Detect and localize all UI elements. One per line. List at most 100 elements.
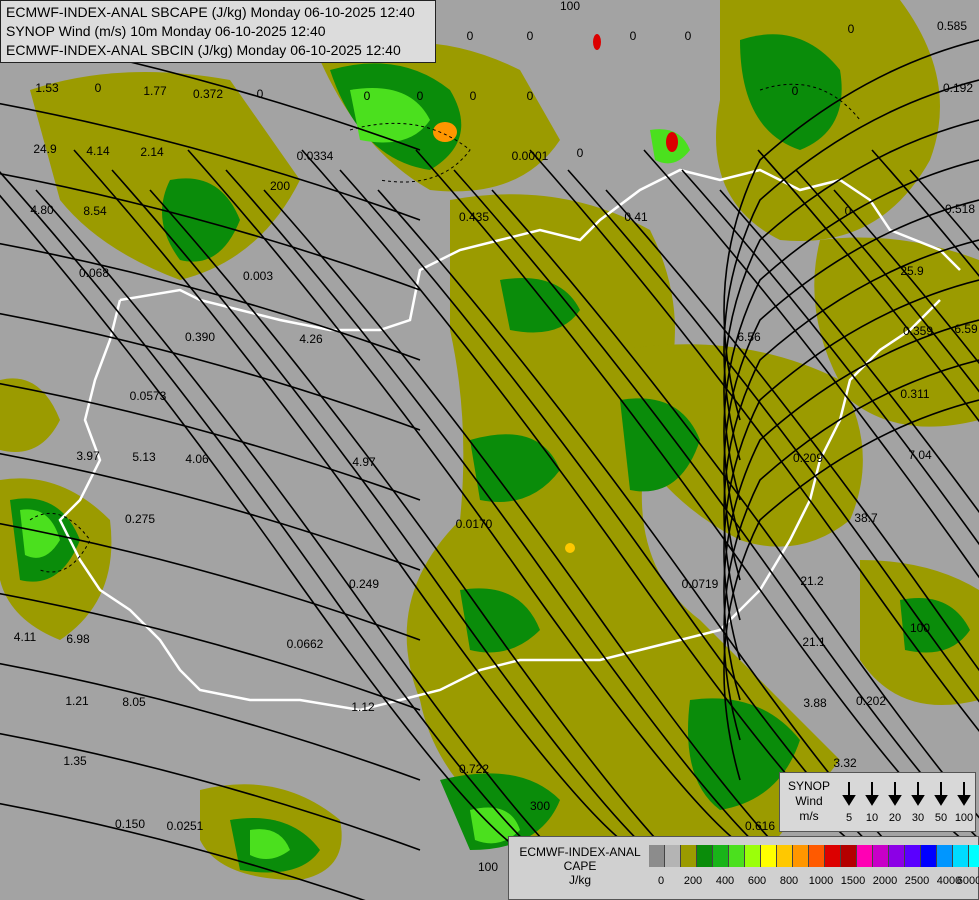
cape-legend-title: ECMWF-INDEX-ANAL CAPE J/kg [519, 845, 641, 887]
cape-tick-label: 600 [747, 875, 767, 887]
cape-color-swatch [745, 845, 761, 867]
cin-value-label: 0.585 [937, 19, 967, 33]
cape-scale-ticks: 0 200 400 600 800 1000 1500 2000 2500 4000 6000 [649, 875, 979, 891]
wind-arrow-icons [842, 782, 971, 806]
cin-value-label: 21.1 [802, 635, 826, 649]
cin-value-label: 0 [848, 22, 855, 36]
cin-value-label: 0.390 [185, 330, 215, 344]
cin-value-label: 0.150 [115, 817, 145, 831]
cape-color-swatch [681, 845, 697, 867]
map-viewport[interactable]: 0.585 0 0 0 0 0 0 1.53 0 1.77 0.372 0 0 0 0 0 0.192 24.9 4… [0, 0, 979, 900]
cin-value-label: 0.275 [125, 512, 155, 526]
cin-value-label: 0.068 [79, 266, 109, 280]
cape-color-swatch [697, 845, 713, 867]
cape-color-swatch [761, 845, 777, 867]
cin-value-label: 1.35 [63, 754, 87, 768]
cape-tick-label: 2500 [904, 875, 930, 887]
cin-value-label: 100 [478, 860, 498, 874]
cape-color-swatch [793, 845, 809, 867]
cin-value-label: 0.0573 [130, 389, 167, 403]
cape-tick-label: 400 [715, 875, 735, 887]
cin-value-label: 4.11 [14, 630, 37, 644]
cin-value-label: 38.7 [854, 511, 878, 525]
cin-value-label: 0.311 [900, 387, 929, 401]
cin-value-label: 0.202 [856, 694, 886, 708]
cin-value-label: 0.435 [459, 210, 489, 224]
cin-value-label: 0.0001 [512, 149, 549, 163]
cin-value-label: 3.97 [76, 449, 100, 463]
cin-value-label: 0 [792, 84, 799, 98]
cin-value-label: 0 [95, 81, 102, 95]
cape-color-swatch [921, 845, 937, 867]
cape-color-swatch [841, 845, 857, 867]
cape-color-swatch [937, 845, 953, 867]
cin-value-label: 6.59 [954, 322, 978, 336]
cin-value-label: 8.05 [122, 695, 146, 709]
cin-value-label: 5.13 [132, 450, 156, 464]
cin-value-label: 0.0334 [297, 149, 334, 163]
cin-value-label: 100 [560, 0, 580, 13]
cin-value-label: 1.21 [65, 694, 89, 708]
cin-value-label: 300 [530, 799, 550, 813]
cape-tick-label: 200 [683, 875, 703, 887]
cin-value-label: 0.372 [193, 87, 223, 101]
cape-color-swatch [649, 845, 665, 867]
cin-value-label: 0 [417, 89, 424, 103]
cin-value-label: 0.518 [945, 202, 975, 216]
cape-tick-label: 800 [779, 875, 799, 887]
cape-color-scale [649, 845, 979, 867]
cape-color-swatch [809, 845, 825, 867]
cin-value-label: 0.209 [793, 451, 823, 465]
cin-value-label: 0 [364, 89, 371, 103]
title-line-wind: SYNOP Wind (m/s) 10m Monday 06-10-2025 1… [6, 23, 326, 39]
cin-value-label: 3.32 [833, 756, 857, 770]
cin-value-label: 6.56 [737, 330, 761, 344]
cin-value-label: 1.77 [143, 84, 167, 98]
title-line-cin: ECMWF-INDEX-ANAL SBCIN (J/kg) Monday 06-… [6, 42, 401, 58]
cape-color-swatch [713, 845, 729, 867]
cin-value-label: 0.359 [903, 324, 933, 338]
cin-value-label: 100 [910, 621, 930, 635]
cape-color-swatch [777, 845, 793, 867]
map-title-box: ECMWF-INDEX-ANAL SBCAPE (J/kg) Monday 06… [0, 0, 436, 63]
cin-value-label: 0.0719 [682, 577, 719, 591]
cin-value-label: 21.2 [800, 574, 824, 588]
cin-value-label: 7.04 [908, 448, 932, 462]
cin-value-label: 0 [470, 89, 477, 103]
cin-value-label: 0 [685, 29, 692, 43]
cape-color-swatch [825, 845, 841, 867]
cin-value-label: 24.9 [33, 142, 57, 156]
cin-value-label: 0.0251 [167, 819, 204, 833]
cape-color-swatch [969, 845, 979, 867]
cin-value-label: 25.9 [900, 264, 924, 278]
title-line-cape: ECMWF-INDEX-ANAL SBCAPE (J/kg) Monday 06… [6, 4, 415, 20]
cin-value-label: 0.616 [745, 819, 775, 833]
cin-value-label: 4.14 [86, 144, 110, 158]
cin-value-label: 0.192 [943, 81, 973, 95]
cin-value-label: 0 [527, 29, 534, 43]
wind-legend-label: SYNOP Wind m/s [787, 779, 830, 823]
cin-value-label: 4.80 [30, 203, 54, 217]
cin-value-label: 0 [467, 29, 474, 43]
wind-legend: SYNOP Wind m/s 5 10 20 30 50 100 [779, 772, 976, 832]
cin-value-label: 3.88 [803, 696, 827, 710]
cape-color-swatch [857, 845, 873, 867]
cin-value-label: 8.54 [83, 204, 107, 218]
cape-tick-label: 1500 [840, 875, 866, 887]
cin-value-label: 6.98 [66, 632, 90, 646]
cape-tick-label: 2000 [872, 875, 898, 887]
cape-tick-label: 0 [657, 875, 665, 887]
cape-color-swatch [905, 845, 921, 867]
cape-color-swatch [953, 845, 969, 867]
cin-value-label: 0 [845, 204, 852, 218]
cape-legend: ECMWF-INDEX-ANAL CAPE J/kg 0 200 400 600 800… [508, 836, 979, 900]
cin-value-label: 4.97 [352, 455, 376, 469]
cin-value-label: 0.249 [349, 577, 379, 591]
cape-color-swatch [729, 845, 745, 867]
cin-value-label: 1.53 [35, 81, 59, 95]
cape-tick-label: 6000 [956, 875, 979, 887]
cin-value-label: 0 [630, 29, 637, 43]
weather-map[interactable]: 0.585 0 0 0 0 0 0 1.53 0 1.77 0.372 0 0 0 0 0 0.192 24.9 4… [0, 0, 979, 900]
cin-value-label: 0.003 [243, 269, 273, 283]
cin-value-label: 0.722 [459, 762, 489, 776]
